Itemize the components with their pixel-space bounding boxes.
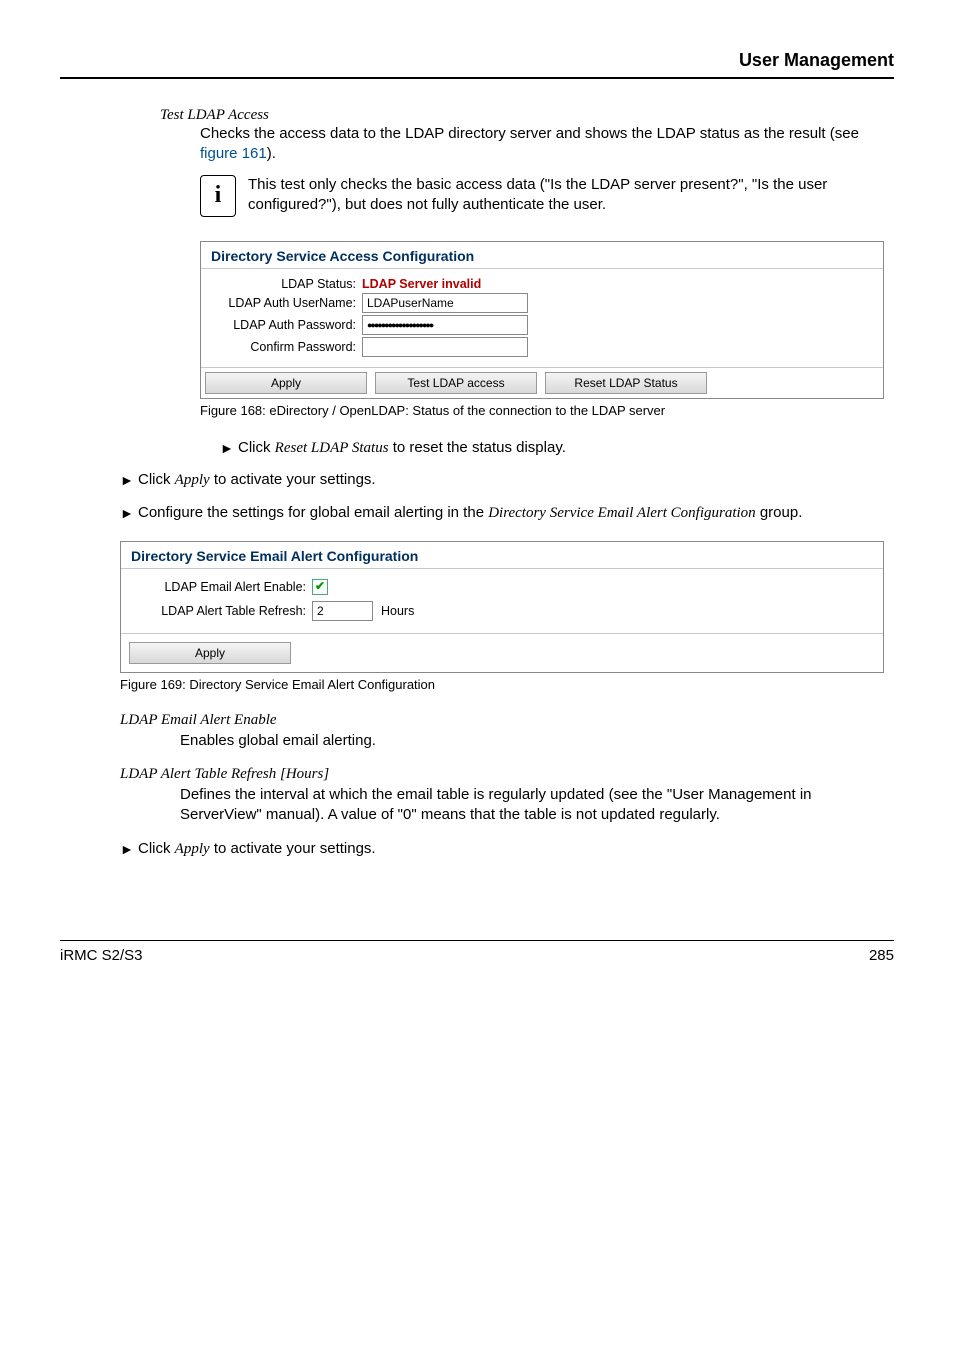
- bullet-icon: ►: [120, 839, 138, 860]
- refresh-unit: Hours: [381, 604, 414, 618]
- def-ldap-refresh: LDAP Alert Table Refresh [Hours]: [120, 766, 894, 783]
- ldap-pass-label: LDAP Auth Password:: [211, 318, 362, 332]
- ldap-status-label: LDAP Status:: [211, 277, 362, 291]
- body-test-ldap: Checks the access data to the LDAP direc…: [200, 124, 884, 165]
- figure-168-panel: Directory Service Access Configuration L…: [200, 241, 884, 399]
- bullet-icon: ►: [120, 470, 138, 491]
- info-text: This test only checks the basic access d…: [248, 175, 874, 216]
- figure-169-panel: Directory Service Email Alert Configurat…: [120, 541, 884, 673]
- fig168-title: Directory Service Access Configuration: [201, 242, 883, 266]
- test-ldap-button[interactable]: Test LDAP access: [375, 372, 537, 394]
- email-enable-label: LDAP Email Alert Enable:: [131, 580, 312, 594]
- info-icon: i: [200, 175, 236, 217]
- footer-right: 285: [869, 947, 894, 964]
- click-apply-text: Click Apply to activate your settings.: [138, 470, 376, 490]
- configure-email-text: Configure the settings for global email …: [138, 503, 802, 523]
- click-reset-text: Click Reset LDAP Status to reset the sta…: [238, 438, 566, 458]
- ldap-status-value: LDAP Server invalid: [362, 277, 481, 291]
- ldap-confirm-input[interactable]: [362, 337, 528, 357]
- footer-left: iRMC S2/S3: [60, 947, 143, 964]
- page-header: User Management: [60, 50, 894, 79]
- term-test-ldap: Test LDAP Access: [160, 107, 884, 124]
- reset-ldap-button[interactable]: Reset LDAP Status: [545, 372, 707, 394]
- refresh-label: LDAP Alert Table Refresh:: [131, 604, 312, 618]
- def-ldap-email-enable: LDAP Email Alert Enable: [120, 712, 894, 729]
- apply-button[interactable]: Apply: [205, 372, 367, 394]
- def-ldap-refresh-body: Defines the interval at which the email …: [180, 785, 884, 826]
- email-enable-checkbox[interactable]: ✔: [312, 579, 328, 595]
- ldap-user-input[interactable]: LDAPuserName: [362, 293, 528, 313]
- apply-button-2[interactable]: Apply: [129, 642, 291, 664]
- fig169-title: Directory Service Email Alert Configurat…: [121, 542, 883, 566]
- info-note: i This test only checks the basic access…: [200, 175, 874, 217]
- fig168-caption: Figure 168: eDirectory / OpenLDAP: Statu…: [200, 403, 894, 418]
- ldap-user-label: LDAP Auth UserName:: [211, 296, 362, 310]
- fig169-caption: Figure 169: Directory Service Email Aler…: [120, 677, 894, 692]
- bullet-icon: ►: [120, 503, 138, 524]
- figure-link[interactable]: figure 161: [200, 145, 267, 162]
- click-apply-final: Click Apply to activate your settings.: [138, 839, 376, 859]
- def-ldap-email-enable-body: Enables global email alerting.: [180, 731, 884, 751]
- bullet-icon: ►: [220, 438, 238, 459]
- header-title: User Management: [739, 50, 894, 70]
- page-footer: iRMC S2/S3 285: [60, 940, 894, 964]
- refresh-input[interactable]: 2: [312, 601, 373, 621]
- ldap-confirm-label: Confirm Password:: [211, 340, 362, 354]
- ldap-pass-input[interactable]: ●●●●●●●●●●●●●●●●●●●: [362, 315, 528, 335]
